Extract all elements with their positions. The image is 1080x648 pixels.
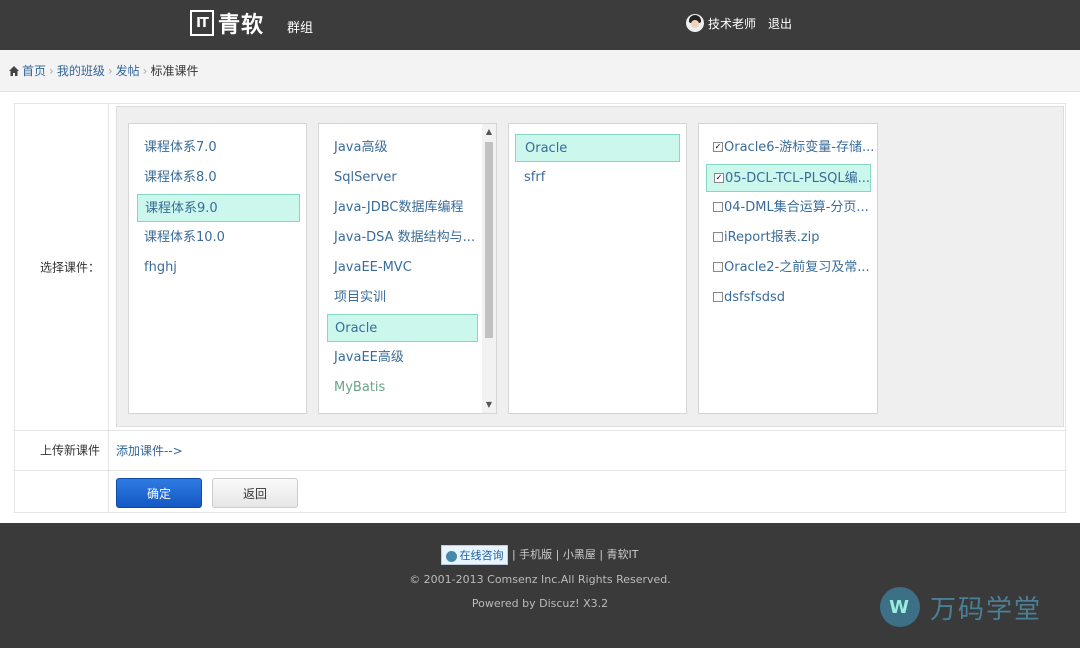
breadcrumb-post[interactable]: 发帖 (116, 62, 140, 79)
site-logo[interactable]: IT 青软 (190, 8, 264, 38)
footer: 在线咨询 | 手机版 | 小黑屋 | 青软IT © 2001-2013 Coms… (0, 523, 1080, 648)
topic-item[interactable]: sfrf (515, 164, 684, 192)
file-item[interactable]: 04-DML集合运算-分页... (707, 194, 877, 222)
file-name: dsfsfsdsd (724, 290, 786, 305)
top-nav-bar: IT 青软 群组 技术老师 退出 (0, 0, 1080, 50)
file-name: Oracle2-之前复习及常... (724, 260, 870, 275)
online-consult-button[interactable]: 在线咨询 (441, 545, 509, 565)
breadcrumb-current: 标准课件 (150, 64, 199, 78)
course-item[interactable]: MyBatis (327, 374, 484, 402)
logo-text: 青软 (218, 13, 265, 38)
file-item-selected[interactable]: ✓ 05-DCL-TCL-PLSQL编... (706, 164, 871, 192)
file-name: 05-DCL-TCL-PLSQL编... (725, 171, 870, 186)
file-name: iReport报表.zip (724, 230, 820, 245)
checkbox-checked[interactable]: ✓ (714, 172, 724, 183)
course-item[interactable]: JavaEE-MVC (327, 254, 484, 282)
file-column[interactable]: ✓ Oracle6-游标变量-存储... ✓ 05-DCL-TCL-PLSQL编..… (698, 123, 878, 414)
footer-nav-links[interactable]: | 手机版 | 小黑屋 | 青软IT (512, 548, 639, 561)
logout-link[interactable]: 退出 (768, 15, 792, 32)
home-icon[interactable] (8, 65, 20, 77)
checkbox[interactable] (713, 201, 723, 212)
confirm-button[interactable]: 确定 (116, 478, 202, 508)
checkbox-checked[interactable]: ✓ (713, 141, 723, 152)
courseware-form: 选择课件： 课程体系7.0 课程体系8.0 课程体系9.0 课程体系10.0 f… (14, 103, 1066, 513)
cascading-selector: 课程体系7.0 课程体系8.0 课程体系9.0 课程体系10.0 fhghj J… (116, 106, 1064, 427)
breadcrumb-separator: › (107, 63, 113, 78)
system-item[interactable]: 课程体系7.0 (137, 134, 304, 162)
system-item[interactable]: fhghj (137, 254, 304, 282)
topic-column[interactable]: Oracle sfrf (508, 123, 687, 414)
breadcrumb: 首页 › 我的班级 › 发帖 › 标准课件 (0, 50, 1080, 92)
course-item[interactable]: SqlServer (327, 164, 484, 192)
add-courseware-link[interactable]: 添加课件--> (116, 442, 183, 459)
file-item[interactable]: dsfsfsdsd (707, 284, 877, 312)
scrollbar-thumb[interactable] (485, 142, 493, 338)
actions-row: 确定 返回 (15, 470, 1065, 512)
watermark: W 万码学堂 (880, 587, 1042, 627)
label-cell (15, 470, 109, 512)
upload-label: 上传新课件 (39, 443, 100, 458)
system-item[interactable]: 课程体系10.0 (137, 224, 304, 252)
logo-mark: IT (190, 10, 214, 36)
consult-label: 在线咨询 (459, 549, 504, 562)
checkbox[interactable] (713, 261, 723, 272)
copyright: © 2001-2013 Comsenz Inc.All Rights Reser… (409, 573, 671, 586)
scroll-up-icon[interactable]: ▲ (485, 127, 493, 137)
course-item[interactable]: JavaEE高级 (327, 344, 484, 372)
breadcrumb-separator: › (49, 63, 54, 78)
file-item[interactable]: ✓ Oracle6-游标变量-存储... (707, 134, 877, 162)
breadcrumb-home[interactable]: 首页 (22, 62, 46, 79)
label-cell: 上传新课件 (15, 430, 109, 470)
topic-item-selected[interactable]: Oracle (515, 134, 680, 162)
course-column[interactable]: Java高级 SqlServer Java-JDBC数据库编程 Java-DSA… (318, 123, 497, 414)
checkbox[interactable] (713, 231, 723, 242)
avatar[interactable] (686, 14, 704, 32)
nav-group-link[interactable]: 群组 (287, 17, 313, 36)
file-item[interactable]: Oracle2-之前复习及常... (707, 254, 877, 282)
chat-icon (446, 550, 458, 562)
breadcrumb-separator: › (142, 63, 148, 78)
system-item[interactable]: 课程体系8.0 (137, 164, 304, 192)
checkbox[interactable] (713, 291, 723, 302)
file-name: Oracle6-游标变量-存储... (724, 140, 875, 155)
back-button[interactable]: 返回 (212, 478, 298, 508)
breadcrumb-my-class[interactable]: 我的班级 (57, 62, 105, 79)
system-item-selected[interactable]: 课程体系9.0 (137, 194, 300, 222)
file-item[interactable]: iReport报表.zip (707, 224, 877, 252)
course-item-selected[interactable]: Oracle (327, 314, 478, 342)
course-item[interactable]: 项目实训 (327, 284, 484, 312)
course-scrollbar[interactable]: ▲ ▼ (482, 124, 496, 413)
watermark-logo-icon: W (880, 587, 920, 627)
scroll-down-icon[interactable]: ▼ (485, 400, 493, 410)
course-item[interactable]: Java-JDBC数据库编程 (327, 194, 484, 222)
file-name: 04-DML集合运算-分页... (724, 200, 869, 215)
user-name[interactable]: 技术老师 (708, 15, 756, 32)
course-item[interactable]: Java高级 (327, 134, 484, 162)
upload-row: 上传新课件 添加课件--> (15, 430, 1065, 471)
label-cell: 选择课件： (15, 104, 109, 430)
user-menu[interactable]: 技术老师 退出 (686, 14, 792, 32)
system-column[interactable]: 课程体系7.0 课程体系8.0 课程体系9.0 课程体系10.0 fhghj (128, 123, 307, 414)
select-courseware-row: 选择课件： 课程体系7.0 课程体系8.0 课程体系9.0 课程体系10.0 f… (15, 104, 1065, 431)
select-courseware-label: 选择课件： (39, 260, 100, 275)
footer-links: 在线咨询 | 手机版 | 小黑屋 | 青软IT (0, 545, 1080, 565)
watermark-text: 万码学堂 (930, 594, 1043, 625)
course-item[interactable]: Java-DSA 数据结构与... (327, 224, 484, 252)
